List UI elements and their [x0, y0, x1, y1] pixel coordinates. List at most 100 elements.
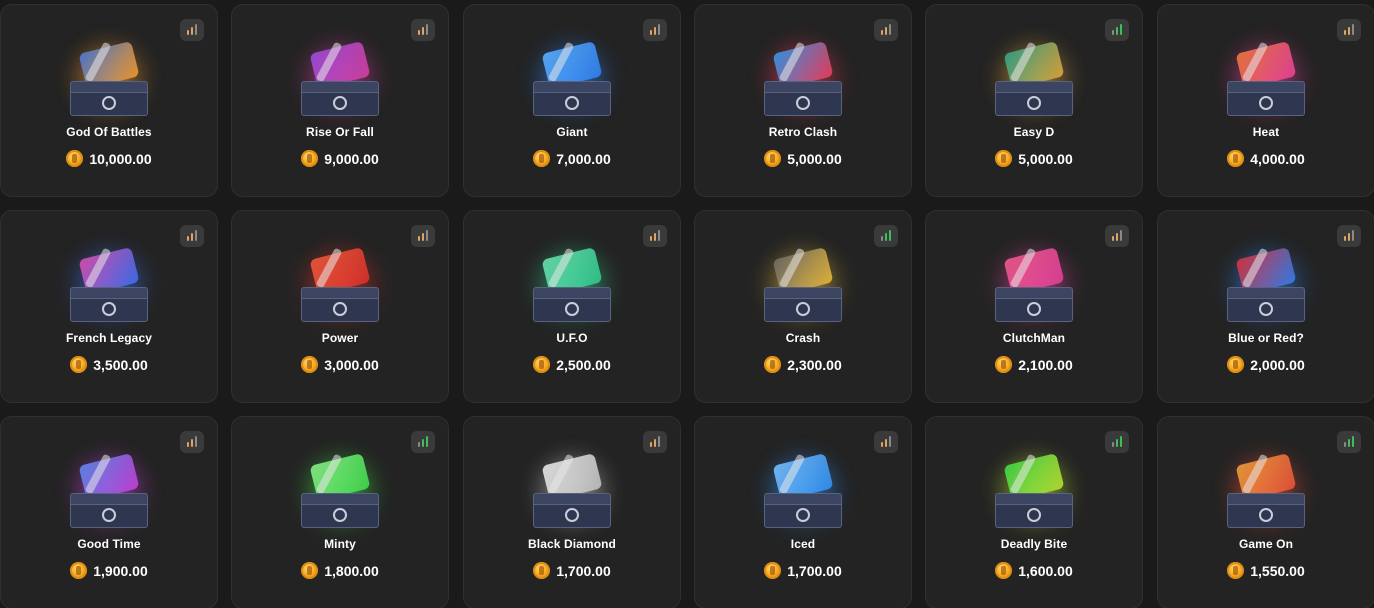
case-price: 3,000.00: [232, 356, 448, 373]
case-card[interactable]: Blue or Red? 2,000.00: [1157, 210, 1374, 403]
case-card[interactable]: Rise Or Fall 9,000.00: [231, 4, 449, 197]
case-price-value: 1,550.00: [1250, 562, 1305, 579]
coin-icon: [995, 356, 1013, 373]
case-card[interactable]: Good Time 1,900.00: [0, 416, 218, 608]
case-lock-icon: [565, 508, 579, 522]
case-card[interactable]: Deadly Bite 1,600.00: [925, 416, 1143, 608]
coin-icon: [533, 562, 551, 579]
case-price-value: 1,600.00: [1018, 562, 1073, 579]
coin-icon: [66, 150, 84, 167]
case-price: 2,100.00: [926, 356, 1142, 373]
case-lock-icon: [565, 302, 579, 316]
case-name: Deadly Bite: [1000, 537, 1068, 551]
signal-bars-icon: [643, 431, 667, 453]
case-card[interactable]: Crash 2,300.00: [694, 210, 912, 403]
case-price: 5,000.00: [926, 150, 1142, 167]
case-card[interactable]: Heat 4,000.00: [1157, 4, 1374, 197]
coin-icon: [533, 150, 551, 167]
case-name: Rise Or Fall: [306, 125, 374, 139]
case-card[interactable]: Power 3,000.00: [231, 210, 449, 403]
case-body: [764, 298, 842, 322]
coin-icon: [301, 356, 319, 373]
case-image: [64, 447, 154, 533]
signal-bars-icon: [1105, 431, 1129, 453]
case-image: [527, 35, 617, 121]
case-price-value: 9,000.00: [324, 150, 379, 167]
signal-bars-icon: [874, 19, 898, 41]
case-price: 1,600.00: [926, 562, 1142, 579]
case-price: 2,300.00: [695, 356, 911, 373]
case-body: [301, 92, 379, 116]
case-name: Black Diamond: [528, 537, 616, 551]
case-image: [295, 35, 385, 121]
case-image: [295, 447, 385, 533]
case-name: Giant: [556, 125, 588, 139]
case-name: French Legacy: [66, 331, 152, 345]
case-body: [995, 92, 1073, 116]
case-image: [527, 447, 617, 533]
case-card[interactable]: Easy D 5,000.00: [925, 4, 1143, 197]
case-lock-icon: [102, 302, 116, 316]
signal-bars-icon: [1337, 225, 1361, 247]
case-card[interactable]: Giant 7,000.00: [463, 4, 681, 197]
case-image: [295, 241, 385, 327]
case-card[interactable]: U.F.O 2,500.00: [463, 210, 681, 403]
case-card[interactable]: Minty 1,800.00: [231, 416, 449, 608]
case-price-value: 5,000.00: [1018, 150, 1073, 167]
case-lock-icon: [333, 302, 347, 316]
case-body: [70, 92, 148, 116]
signal-bars-icon: [1105, 225, 1129, 247]
signal-bars-icon: [643, 19, 667, 41]
case-card[interactable]: ClutchMan 2,100.00: [925, 210, 1143, 403]
case-card[interactable]: Game On 1,550.00: [1157, 416, 1374, 608]
signal-bars-icon: [180, 431, 204, 453]
case-image: [1221, 35, 1311, 121]
coin-icon: [70, 562, 88, 579]
case-price-value: 7,000.00: [556, 150, 611, 167]
case-body: [764, 504, 842, 528]
case-card[interactable]: French Legacy 3,500.00: [0, 210, 218, 403]
case-name: Crash: [785, 331, 821, 345]
case-price: 5,000.00: [695, 150, 911, 167]
case-image: [758, 35, 848, 121]
case-body: [533, 92, 611, 116]
case-image: [64, 241, 154, 327]
case-lock-icon: [1027, 508, 1041, 522]
case-body: [1227, 298, 1305, 322]
case-price: 3,500.00: [1, 356, 217, 373]
case-price: 1,900.00: [1, 562, 217, 579]
case-price-value: 2,300.00: [787, 356, 842, 373]
signal-bars-icon: [180, 19, 204, 41]
case-name: Good Time: [77, 537, 141, 551]
case-card[interactable]: Black Diamond 1,700.00: [463, 416, 681, 608]
coin-icon: [764, 562, 782, 579]
case-lock-icon: [1259, 96, 1273, 110]
case-body: [1227, 92, 1305, 116]
case-name: Game On: [1238, 537, 1294, 551]
case-body: [533, 504, 611, 528]
case-lock-icon: [565, 96, 579, 110]
signal-bars-icon: [643, 225, 667, 247]
case-image: [527, 241, 617, 327]
case-body: [1227, 504, 1305, 528]
case-name: Heat: [1252, 125, 1280, 139]
coin-icon: [301, 150, 319, 167]
case-price: 1,700.00: [464, 562, 680, 579]
coin-icon: [764, 150, 782, 167]
case-lock-icon: [1027, 302, 1041, 316]
coin-icon: [995, 150, 1013, 167]
case-lock-icon: [1027, 96, 1041, 110]
signal-bars-icon: [411, 225, 435, 247]
case-card[interactable]: Retro Clash 5,000.00: [694, 4, 912, 197]
case-price-value: 2,500.00: [556, 356, 611, 373]
signal-bars-icon: [1337, 19, 1361, 41]
case-lock-icon: [796, 508, 810, 522]
case-name: Minty: [324, 537, 356, 551]
case-name: Retro Clash: [768, 125, 838, 139]
case-name: Easy D: [1013, 125, 1055, 139]
case-price-value: 1,900.00: [93, 562, 148, 579]
signal-bars-icon: [874, 431, 898, 453]
case-card[interactable]: Iced 1,700.00: [694, 416, 912, 608]
case-body: [533, 298, 611, 322]
case-card[interactable]: God Of Battles 10,000.00: [0, 4, 218, 197]
